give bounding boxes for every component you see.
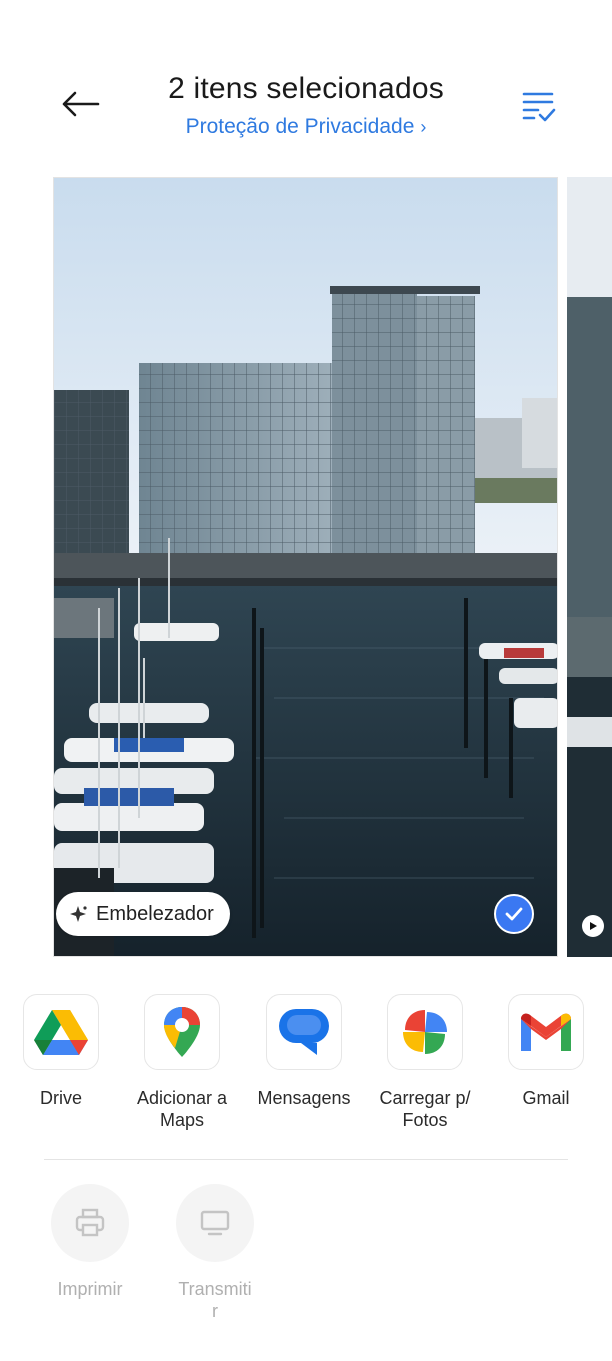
print-button[interactable]: Imprimir: [30, 1184, 150, 1300]
share-photos[interactable]: Carregar p/ Fotos: [365, 994, 485, 1131]
actions-row: Imprimir Transmitir: [0, 1184, 612, 1334]
print-circle: [51, 1184, 129, 1262]
sparkle-icon: [70, 906, 87, 922]
app-label: Mensagens: [257, 1088, 351, 1108]
app-label: Adicionar a Maps: [136, 1088, 228, 1130]
app-label: Carregar p/ Fotos: [379, 1088, 471, 1130]
photo-carousel[interactable]: Embelezador: [0, 176, 612, 958]
gmail-tile: [508, 994, 584, 1070]
checklist-icon: [522, 92, 556, 122]
drive-tile: [23, 994, 99, 1070]
next-photo-thumbnail: [567, 177, 612, 957]
selection-checkbox[interactable]: [494, 894, 534, 934]
action-label: Transmitir: [178, 1279, 252, 1321]
share-messages[interactable]: Mensagens: [244, 994, 364, 1109]
privacy-protection-label: Proteção de Privacidade: [185, 115, 415, 138]
share-maps[interactable]: Adicionar a Maps: [122, 994, 242, 1131]
video-play-icon: [582, 915, 604, 937]
printer-icon: [75, 1208, 105, 1237]
messages-icon: [279, 1009, 329, 1055]
share-gmail[interactable]: Gmail: [486, 994, 606, 1109]
action-label: Imprimir: [57, 1279, 123, 1299]
maps-tile: [144, 994, 220, 1070]
google-photos-icon: [403, 1010, 447, 1054]
checkmark-icon: [505, 907, 523, 921]
next-photo-preview[interactable]: [567, 177, 612, 957]
share-drive[interactable]: Drive: [1, 994, 121, 1109]
cast-screen-icon: [200, 1210, 230, 1236]
messages-tile: [266, 994, 342, 1070]
share-apps-row: Drive Adicionar a Maps Mensagens Carrega…: [0, 994, 612, 1144]
google-drive-icon: [34, 1010, 88, 1055]
google-maps-icon: [164, 1007, 200, 1057]
app-label: Gmail: [522, 1088, 570, 1108]
beautify-label: Embelezador: [96, 902, 214, 925]
cast-circle: [176, 1184, 254, 1262]
divider: [44, 1159, 568, 1160]
photos-tile: [387, 994, 463, 1070]
chevron-right-icon: ›: [420, 117, 427, 137]
selected-photo[interactable]: [53, 177, 558, 957]
top-bar: 2 itens selecionados Proteção de Privaci…: [0, 0, 612, 160]
beautify-button[interactable]: Embelezador: [56, 892, 230, 936]
select-list-button[interactable]: [516, 86, 560, 126]
cast-button[interactable]: Transmitir: [155, 1184, 275, 1322]
gmail-icon: [521, 1013, 571, 1051]
harbor-photo: [54, 178, 557, 956]
app-label: Drive: [39, 1088, 82, 1108]
